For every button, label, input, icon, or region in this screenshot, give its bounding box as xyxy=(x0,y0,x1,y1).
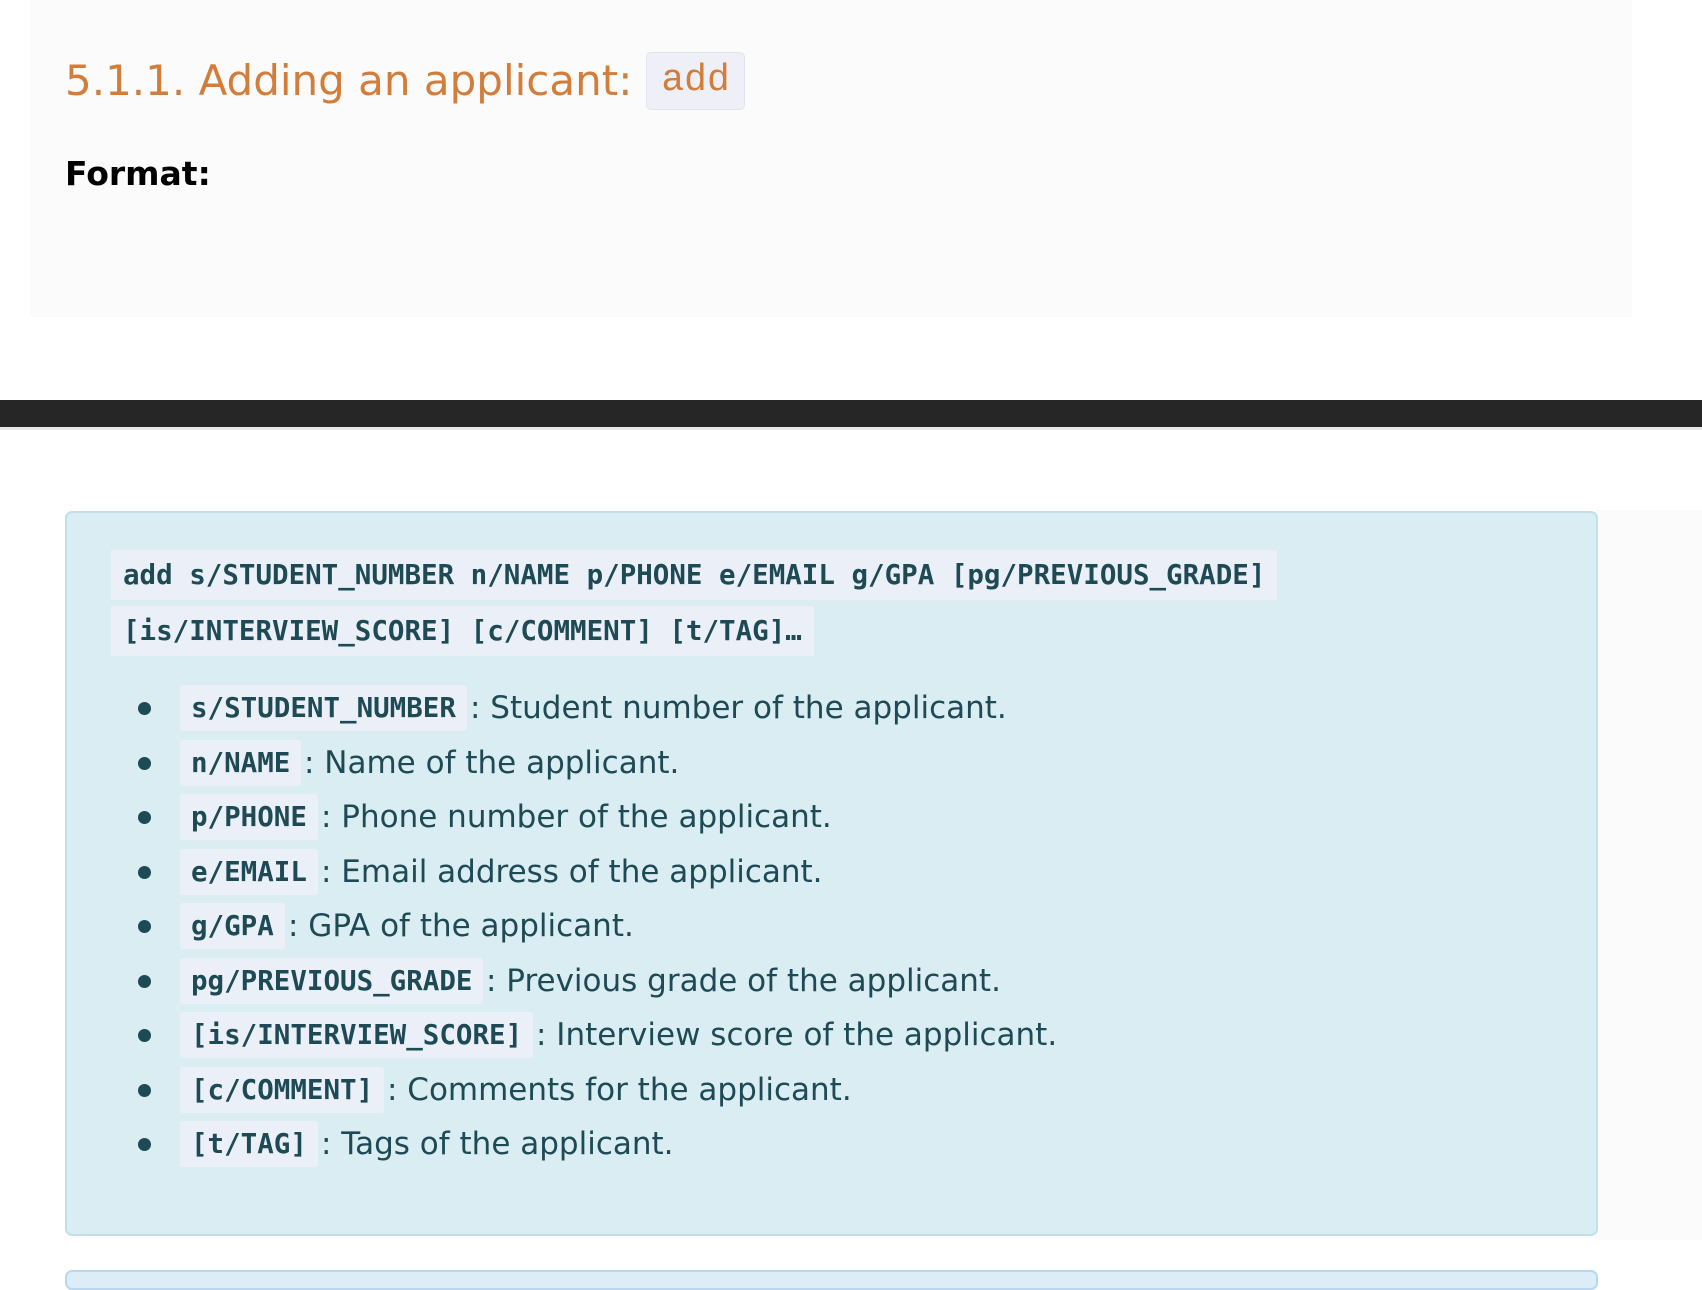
command-format: add s/STUDENT_NUMBER n/NAME p/PHONE e/EM… xyxy=(111,547,1551,659)
param-code: n/NAME xyxy=(180,739,302,786)
bullet-icon xyxy=(138,974,151,988)
bullet-icon xyxy=(138,1029,151,1043)
list-item: [c/COMMENT] : Comments for the applicant… xyxy=(67,1063,1057,1118)
list-item: g/GPA : GPA of the applicant. xyxy=(67,899,1057,954)
bullet-icon xyxy=(138,702,151,716)
list-item: [t/TAG] : Tags of the applicant. xyxy=(67,1117,1057,1172)
next-info-box xyxy=(65,1270,1598,1290)
bullet-icon xyxy=(138,1083,151,1097)
background-strip xyxy=(1595,510,1702,1240)
param-code: p/PHONE xyxy=(180,794,318,841)
divider-shadow xyxy=(0,427,1702,430)
bullet-icon xyxy=(138,1138,151,1152)
section-heading: 5.1.1. Adding an applicant: add xyxy=(65,52,745,110)
param-description: : Interview score of the applicant. xyxy=(536,1017,1058,1054)
parameter-list: s/STUDENT_NUMBER : Student number of the… xyxy=(67,681,1057,1172)
param-code: [t/TAG] xyxy=(180,1121,318,1168)
param-description: : Previous grade of the applicant. xyxy=(486,962,1001,999)
command-format-line-2: [is/INTERVIEW_SCORE] [c/COMMENT] [t/TAG]… xyxy=(111,606,814,656)
param-description: : GPA of the applicant. xyxy=(288,908,634,945)
param-description: : Comments for the applicant. xyxy=(387,1071,852,1108)
bullet-icon xyxy=(138,865,151,879)
bullet-icon xyxy=(138,811,151,825)
bullet-icon xyxy=(138,756,151,770)
param-code: [c/COMMENT] xyxy=(180,1066,385,1113)
param-description: : Phone number of the applicant. xyxy=(321,799,832,836)
param-code: g/GPA xyxy=(180,903,285,950)
format-info-box: add s/STUDENT_NUMBER n/NAME p/PHONE e/EM… xyxy=(65,511,1598,1236)
command-format-line-1: add s/STUDENT_NUMBER n/NAME p/PHONE e/EM… xyxy=(111,550,1278,600)
param-code: pg/PREVIOUS_GRADE xyxy=(180,957,484,1004)
list-item: p/PHONE : Phone number of the applicant. xyxy=(67,790,1057,845)
param-code: e/EMAIL xyxy=(180,848,318,895)
heading-command-code: add xyxy=(646,52,745,110)
top-panel: 5.1.1. Adding an applicant: add Format: xyxy=(30,0,1632,317)
list-item: e/EMAIL : Email address of the applicant… xyxy=(67,845,1057,900)
param-code: [is/INTERVIEW_SCORE] xyxy=(180,1012,534,1059)
list-item: s/STUDENT_NUMBER : Student number of the… xyxy=(67,681,1057,736)
list-item: n/NAME : Name of the applicant. xyxy=(67,736,1057,791)
param-description: : Email address of the applicant. xyxy=(321,853,823,890)
heading-text: 5.1.1. Adding an applicant: xyxy=(65,56,633,105)
format-label: Format: xyxy=(65,154,211,193)
list-item: [is/INTERVIEW_SCORE] : Interview score o… xyxy=(67,1008,1057,1063)
list-item: pg/PREVIOUS_GRADE : Previous grade of th… xyxy=(67,954,1057,1009)
param-description: : Tags of the applicant. xyxy=(321,1126,674,1163)
param-description: : Student number of the applicant. xyxy=(470,690,1007,727)
bullet-icon xyxy=(138,920,151,934)
param-code: s/STUDENT_NUMBER xyxy=(180,685,467,732)
param-description: : Name of the applicant. xyxy=(304,744,680,781)
page-divider xyxy=(0,400,1702,427)
